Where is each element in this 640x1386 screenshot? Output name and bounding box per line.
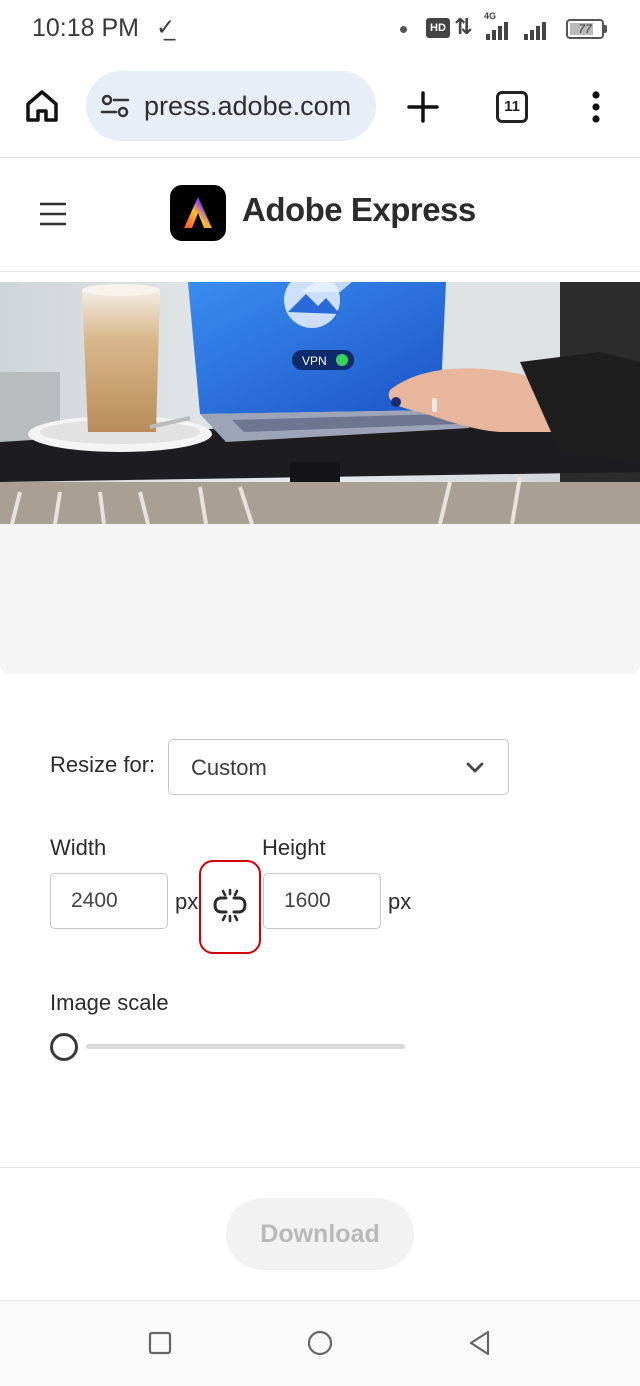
chevron-down-icon[interactable] [465, 758, 485, 778]
home-circle-icon[interactable] [306, 1329, 334, 1357]
brand-name[interactable]: Adobe Express [242, 191, 476, 229]
more-vert-icon[interactable] [584, 86, 608, 130]
width-input[interactable]: 2400 [50, 873, 168, 929]
data-arrows-icon: ⇅ [454, 14, 473, 39]
notification-dot-icon [400, 26, 407, 33]
width-unit: px [175, 889, 199, 914]
width-label: Width [50, 835, 107, 860]
hd-badge: HD [426, 18, 450, 38]
status-bar: 10:18 PM ✓̲ HD ⇅ 4G 77 [0, 0, 640, 58]
image-scale-slider-track[interactable] [86, 1044, 405, 1049]
svg-text:VPN: VPN [302, 354, 327, 368]
signal-strength-icon [524, 20, 546, 40]
browser-toolbar: press.adobe.com 11 [0, 58, 640, 158]
image-scale-slider-thumb[interactable] [50, 1033, 78, 1061]
unlinked-chain-icon[interactable] [213, 888, 247, 924]
aspect-lock-highlight [199, 860, 261, 954]
hamburger-icon[interactable] [38, 198, 68, 230]
download-done-icon: ✓̲ [156, 14, 176, 40]
adobe-express-logo[interactable] [170, 185, 226, 241]
status-time: 10:18 PM [32, 14, 140, 42]
address-bar[interactable]: press.adobe.com [86, 71, 376, 141]
battery-icon: 77 [566, 19, 604, 39]
tab-switcher-icon[interactable]: 11 [496, 91, 528, 123]
recents-square-icon[interactable] [146, 1329, 174, 1357]
resize-for-label: Resize for: [50, 752, 156, 777]
app-header: Adobe Express [0, 158, 640, 272]
tune-icon[interactable] [100, 93, 130, 119]
plus-icon[interactable] [400, 84, 446, 130]
footer-divider [0, 1167, 640, 1168]
battery-level: 77 [578, 22, 592, 36]
height-input[interactable]: 1600 [263, 873, 381, 929]
home-icon[interactable] [20, 84, 64, 128]
height-unit: px [388, 889, 412, 914]
back-triangle-icon[interactable] [466, 1329, 494, 1357]
image-canvas-area [0, 524, 640, 674]
height-label: Height [262, 835, 326, 860]
uploaded-image-preview: VPN [0, 282, 640, 524]
battery-nub [604, 25, 607, 33]
download-button[interactable]: Download [226, 1198, 414, 1270]
signal-strength-icon [486, 20, 508, 40]
url-text[interactable]: press.adobe.com [144, 71, 351, 141]
resize-for-value[interactable]: Custom [191, 740, 267, 796]
resize-for-select[interactable]: Custom [168, 739, 509, 795]
system-nav-bar [0, 1300, 640, 1386]
image-scale-label: Image scale [50, 990, 169, 1015]
